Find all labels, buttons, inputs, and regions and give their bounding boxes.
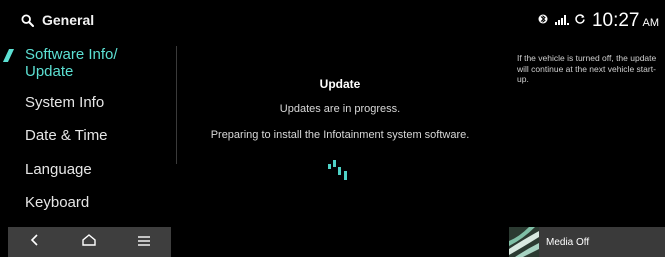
update-panel: Update Updates are in progress. Preparin…: [180, 76, 500, 142]
menu-icon: [137, 233, 150, 251]
clock: 10:27 AM: [592, 10, 659, 32]
sidebar-item-language[interactable]: Language: [25, 161, 92, 178]
clock-ampm: AM: [642, 17, 660, 29]
update-notice: If the vehicle is turned off, the update…: [517, 53, 657, 84]
header-search-title[interactable]: General: [21, 12, 94, 28]
update-detail-text: Preparing to install the Infotainment sy…: [210, 129, 470, 141]
sidebar-item-software-info-update[interactable]: Software Info/ Update: [25, 46, 118, 80]
signal-icon: [554, 12, 569, 30]
sidebar-divider: [176, 46, 177, 164]
update-status-text: Updates are in progress.: [279, 103, 401, 115]
home-icon: [82, 233, 97, 251]
sidebar-item-keyboard[interactable]: Keyboard: [25, 194, 89, 211]
loading-spinner-icon: [328, 160, 350, 182]
active-indicator: [2, 49, 15, 62]
media-status-label: Media Off: [546, 236, 590, 248]
status-area: 10:27 AM: [538, 10, 659, 32]
screen: General 10:27 AM Software Info/ Update S…: [0, 0, 665, 257]
page-title: General: [42, 12, 95, 28]
back-icon: [30, 233, 40, 251]
clock-time: 10:27: [591, 10, 640, 31]
header: General 10:27 AM: [0, 0, 665, 44]
bluetooth-phone-icon: [538, 12, 550, 30]
search-icon[interactable]: [21, 13, 34, 27]
back-button[interactable]: [15, 227, 55, 257]
bottom-nav: [8, 227, 171, 257]
sidebar-item-label-line1: Software Info/: [25, 46, 118, 63]
sidebar-item-date-time[interactable]: Date & Time: [25, 127, 108, 144]
sync-icon: [574, 12, 586, 30]
sidebar: Software Info/ Update System Info Date &…: [0, 44, 175, 224]
sidebar-item-system-info[interactable]: System Info: [25, 94, 104, 111]
status-icons: [538, 12, 586, 30]
menu-button[interactable]: [124, 227, 164, 257]
update-title: Update: [319, 77, 361, 91]
media-widget[interactable]: Media Off: [509, 227, 665, 257]
sidebar-item-label-line2: Update: [25, 63, 74, 80]
media-art-icon: [509, 227, 539, 257]
home-button[interactable]: [69, 227, 109, 257]
